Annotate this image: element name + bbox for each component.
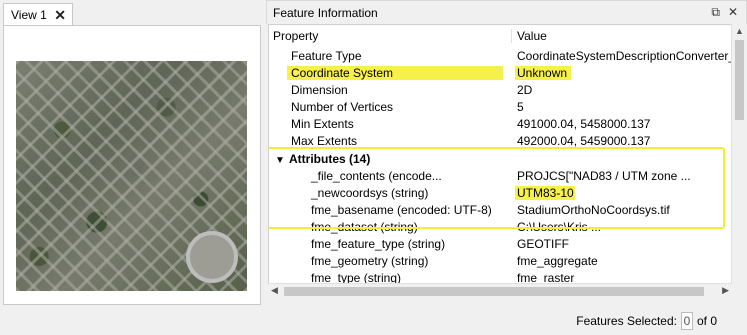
scrollbar-thumb[interactable] — [735, 40, 744, 120]
table-row[interactable]: fme_dataset (string) C:\Users\Kris ... — [269, 218, 731, 235]
table-row[interactable]: _file_contents (encode... PROJCS["NAD83 … — [269, 167, 731, 184]
aerial-raster-image[interactable] — [16, 61, 247, 291]
scroll-up-icon[interactable]: ▲ — [735, 26, 744, 36]
total-count: of 0 — [696, 314, 717, 328]
horizontal-scrollbar[interactable]: ◀ ▶ — [268, 283, 732, 298]
table-row[interactable]: Min Extents 491000.04, 5458000.137 — [269, 115, 731, 132]
table-row[interactable]: Dimension 2D — [269, 81, 731, 98]
scroll-left-icon[interactable]: ◀ — [271, 285, 278, 296]
panel-header: Feature Information ⧉ ✕ — [266, 0, 747, 24]
feature-information-panel: Feature Information ⧉ ✕ Property Value F… — [266, 0, 747, 307]
close-icon[interactable]: ✕ — [728, 5, 738, 20]
features-selected-label: Features Selected: — [576, 314, 677, 328]
close-icon[interactable]: ✕ — [54, 8, 66, 22]
table-row[interactable]: fme_geometry (string) fme_aggregate — [269, 252, 731, 269]
table-header: Property Value — [269, 25, 731, 47]
tab-label: View 1 — [11, 7, 47, 22]
column-header-property[interactable]: Property — [269, 29, 512, 43]
view-canvas[interactable] — [3, 25, 261, 305]
scrollbar-thumb[interactable] — [284, 287, 704, 296]
table-row[interactable]: Feature Type CoordinateSystemDescription… — [269, 47, 731, 64]
stadium-feature — [186, 231, 238, 283]
selected-count-field[interactable]: 0 — [680, 312, 693, 330]
status-bar: Features Selected: 0 of 0 — [0, 307, 747, 335]
attributes-group-row[interactable]: ▼ Attributes (14) — [269, 150, 731, 167]
vertical-scrollbar[interactable]: ▲ — [731, 24, 746, 298]
panel-title: Feature Information — [273, 5, 378, 20]
table-row[interactable]: fme_basename (encoded: UTF-8) StadiumOrt… — [269, 201, 731, 218]
table-row[interactable]: _newcoordsys (string) UTM83-10 — [269, 184, 731, 201]
property-table: Property Value Feature Type CoordinateSy… — [268, 24, 732, 298]
table-row[interactable]: fme_feature_type (string) GEOTIFF — [269, 235, 731, 252]
tab-view-1[interactable]: View 1 ✕ — [3, 3, 73, 25]
scroll-right-icon[interactable]: ▶ — [722, 285, 729, 296]
table-row[interactable]: Number of Vertices 5 — [269, 98, 731, 115]
chevron-down-icon[interactable]: ▼ — [275, 155, 289, 166]
column-header-value[interactable]: Value — [512, 29, 547, 43]
view-panel: View 1 ✕ — [0, 0, 263, 307]
table-row[interactable]: Max Extents 492000.04, 5459000.137 — [269, 132, 731, 149]
table-row[interactable]: Coordinate System Unknown — [269, 64, 731, 81]
float-window-icon[interactable]: ⧉ — [711, 5, 720, 20]
